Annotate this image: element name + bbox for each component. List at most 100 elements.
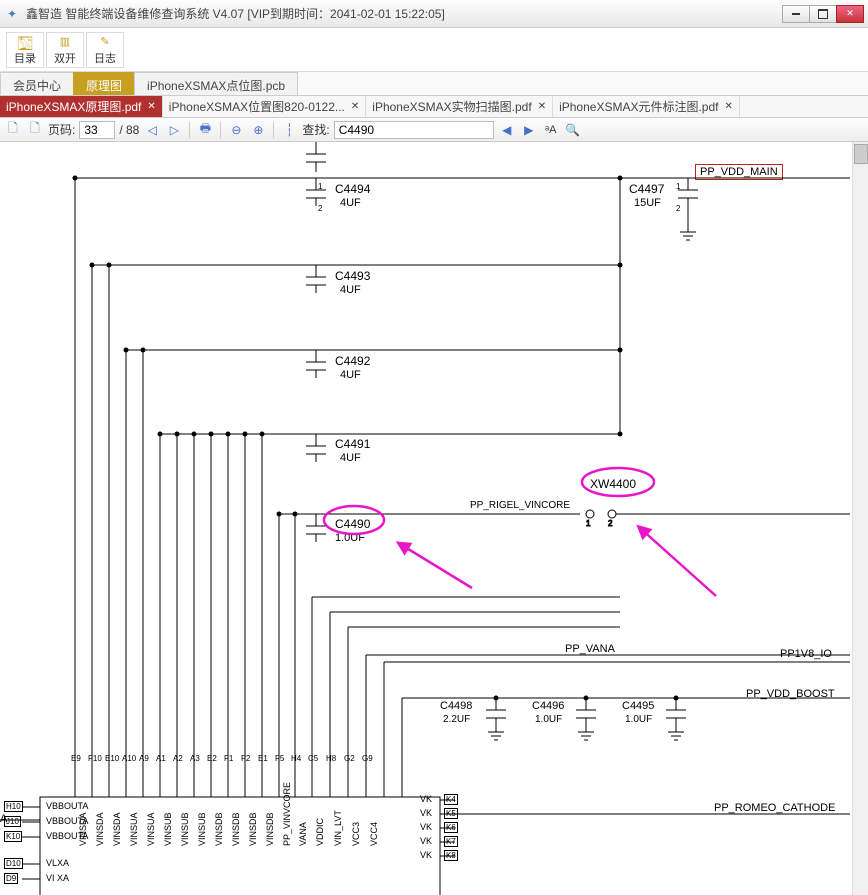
pin-net-label: VINSUA bbox=[129, 812, 139, 846]
pin-label: F1 bbox=[224, 754, 233, 763]
pin-net-label: VINSDA bbox=[95, 812, 105, 846]
pin-box: D10 bbox=[4, 858, 23, 869]
pin-label: G2 bbox=[344, 754, 355, 763]
pin-box: K10 bbox=[4, 831, 22, 842]
pin-net-label: VANA bbox=[298, 822, 308, 846]
save-icon[interactable]: 🗋 bbox=[26, 121, 44, 139]
window-maximize-button[interactable] bbox=[809, 5, 837, 23]
catalog-button[interactable]: 𓉡目录 bbox=[6, 32, 44, 68]
pin-net-label: VINSUB bbox=[180, 812, 190, 846]
pin-label: E1 bbox=[258, 754, 268, 763]
page-total: / 88 bbox=[119, 123, 139, 137]
close-tab-icon[interactable]: ✕ bbox=[147, 101, 155, 112]
pin-label: F10 bbox=[88, 754, 102, 763]
page-next-icon[interactable]: ▷ bbox=[165, 121, 183, 139]
pin-label: A3 bbox=[190, 754, 200, 763]
find-input[interactable] bbox=[334, 121, 494, 139]
pin-box: H10 bbox=[4, 801, 23, 812]
svg-text:2: 2 bbox=[608, 519, 613, 528]
pin-net-label: VK bbox=[420, 836, 432, 846]
file-tab-active[interactable]: iPhoneXSMAX原理图.pdf✕ bbox=[0, 96, 163, 117]
pin-box: K4 bbox=[444, 794, 458, 805]
pin-net-label: VK bbox=[420, 850, 432, 860]
find-next-icon[interactable]: ▶ bbox=[520, 121, 538, 139]
pin-label: F2 bbox=[241, 754, 250, 763]
pin-net-label: VINSDB bbox=[248, 812, 258, 846]
pin-box: J10 bbox=[4, 816, 21, 827]
pin-label: A1 bbox=[156, 754, 166, 763]
pin-label: E9 bbox=[71, 754, 81, 763]
log-button[interactable]: ✎日志 bbox=[86, 32, 124, 68]
columns-icon: ▥ bbox=[60, 34, 70, 50]
tree-icon: 𓉡 bbox=[17, 34, 32, 50]
pin-net-label: VINSDB bbox=[265, 812, 275, 846]
pin-label: G9 bbox=[362, 754, 373, 763]
divider-icon: ┆ bbox=[280, 121, 298, 139]
pin-net-label: VBBOUTA bbox=[46, 816, 88, 826]
window-titlebar: ✦ 鑫智造 智能终端设备维修查询系统 V4.07 [VIP到期时间：2041-0… bbox=[0, 0, 868, 28]
pin-net-label: VINSDB bbox=[231, 812, 241, 846]
window-minimize-button[interactable] bbox=[782, 5, 810, 23]
dual-button[interactable]: ▥双开 bbox=[46, 32, 84, 68]
find-prev-icon[interactable]: ◀ bbox=[498, 121, 516, 139]
file-tabs: iPhoneXSMAX原理图.pdf✕ iPhoneXSMAX位置图820-01… bbox=[0, 96, 868, 118]
close-tab-icon[interactable]: ✕ bbox=[351, 101, 359, 112]
pin-net-label: VCC3 bbox=[351, 822, 361, 846]
pin-net-label: VCC4 bbox=[369, 822, 379, 846]
pin-label: F5 bbox=[275, 754, 284, 763]
pin-label: H8 bbox=[326, 754, 336, 763]
window-title: 鑫智造 智能终端设备维修查询系统 V4.07 [VIP到期时间：2041-02-… bbox=[26, 5, 783, 22]
app-icon: ✦ bbox=[4, 6, 20, 22]
pin-net-label: VI XA bbox=[46, 873, 69, 883]
pin-net-label: VINSUB bbox=[163, 812, 173, 846]
tab-schematic[interactable]: 原理图 bbox=[73, 72, 135, 95]
pin-label: E10 bbox=[105, 754, 119, 763]
pin-label: A9 bbox=[139, 754, 149, 763]
match-case-icon[interactable]: ᵃA bbox=[542, 121, 560, 139]
doc-icon[interactable]: 🗋 bbox=[4, 121, 22, 139]
main-tabs: 会员中心 原理图 iPhoneXSMAX点位图.pcb bbox=[0, 72, 868, 96]
pin-net-label: VINSDA bbox=[112, 812, 122, 846]
printer-icon[interactable]: 🖶 bbox=[196, 121, 214, 139]
pin-net-label: PP_VINVCORE bbox=[282, 782, 292, 846]
page-input[interactable] bbox=[79, 121, 115, 139]
pin-label: E2 bbox=[207, 754, 217, 763]
pin-net-label: VDDIC bbox=[315, 818, 325, 846]
file-tab-2[interactable]: iPhoneXSMAX实物扫描图.pdf✕ bbox=[366, 96, 553, 117]
pin-net-label: VK bbox=[420, 822, 432, 832]
scrollbar-thumb[interactable] bbox=[854, 144, 868, 164]
schematic-viewport[interactable]: PP_VDD_MAIN C4497 15UF C4494 4UF C4493 4… bbox=[0, 142, 868, 895]
vertical-scrollbar[interactable] bbox=[852, 142, 868, 895]
pin-box: K7 bbox=[444, 836, 458, 847]
find-options-icon[interactable]: 🔍 bbox=[564, 121, 582, 139]
pin-box: K8 bbox=[444, 850, 458, 861]
pin-net-label: VINSUB bbox=[197, 812, 207, 846]
pin-net-label: VINSDB bbox=[214, 812, 224, 846]
schematic-svg: 12 bbox=[0, 142, 852, 895]
pin-net-label: VINSUA bbox=[146, 812, 156, 846]
page-prev-icon[interactable]: ◁ bbox=[143, 121, 161, 139]
zoom-out-icon[interactable]: ⊖ bbox=[227, 121, 245, 139]
pin-net-label: VBBOUTA bbox=[46, 801, 88, 811]
close-tab-icon[interactable]: ✕ bbox=[724, 101, 732, 112]
page-toolbar: 🗋 🗋 页码: / 88 ◁ ▷ 🖶 ⊖ ⊕ ┆ 查找: ◀ ▶ ᵃA 🔍 bbox=[0, 118, 868, 142]
pin-net-label: VK bbox=[420, 808, 432, 818]
pin-label: H4 bbox=[291, 754, 301, 763]
zoom-in-icon[interactable]: ⊕ bbox=[249, 121, 267, 139]
pin-box: K5 bbox=[444, 808, 458, 819]
pin-net-label: VIN_LVT bbox=[333, 810, 343, 846]
file-tab-1[interactable]: iPhoneXSMAX位置图820-0122...✕ bbox=[163, 96, 366, 117]
tab-layout[interactable]: iPhoneXSMAX点位图.pcb bbox=[134, 72, 298, 95]
pin-net-label: VK bbox=[420, 794, 432, 804]
main-toolbar: 𓉡目录 ▥双开 ✎日志 bbox=[0, 28, 868, 72]
window-close-button[interactable] bbox=[836, 5, 864, 23]
find-label: 查找: bbox=[302, 121, 329, 138]
pencil-icon: ✎ bbox=[100, 34, 109, 50]
pin-label: A2 bbox=[173, 754, 183, 763]
tab-member-center[interactable]: 会员中心 bbox=[0, 72, 74, 95]
svg-text:1: 1 bbox=[586, 519, 591, 528]
file-tab-3[interactable]: iPhoneXSMAX元件标注图.pdf✕ bbox=[553, 96, 740, 117]
close-tab-icon[interactable]: ✕ bbox=[538, 101, 546, 112]
pin-label: C5 bbox=[308, 754, 318, 763]
pin-net-label: VBBOUTA bbox=[46, 831, 88, 841]
